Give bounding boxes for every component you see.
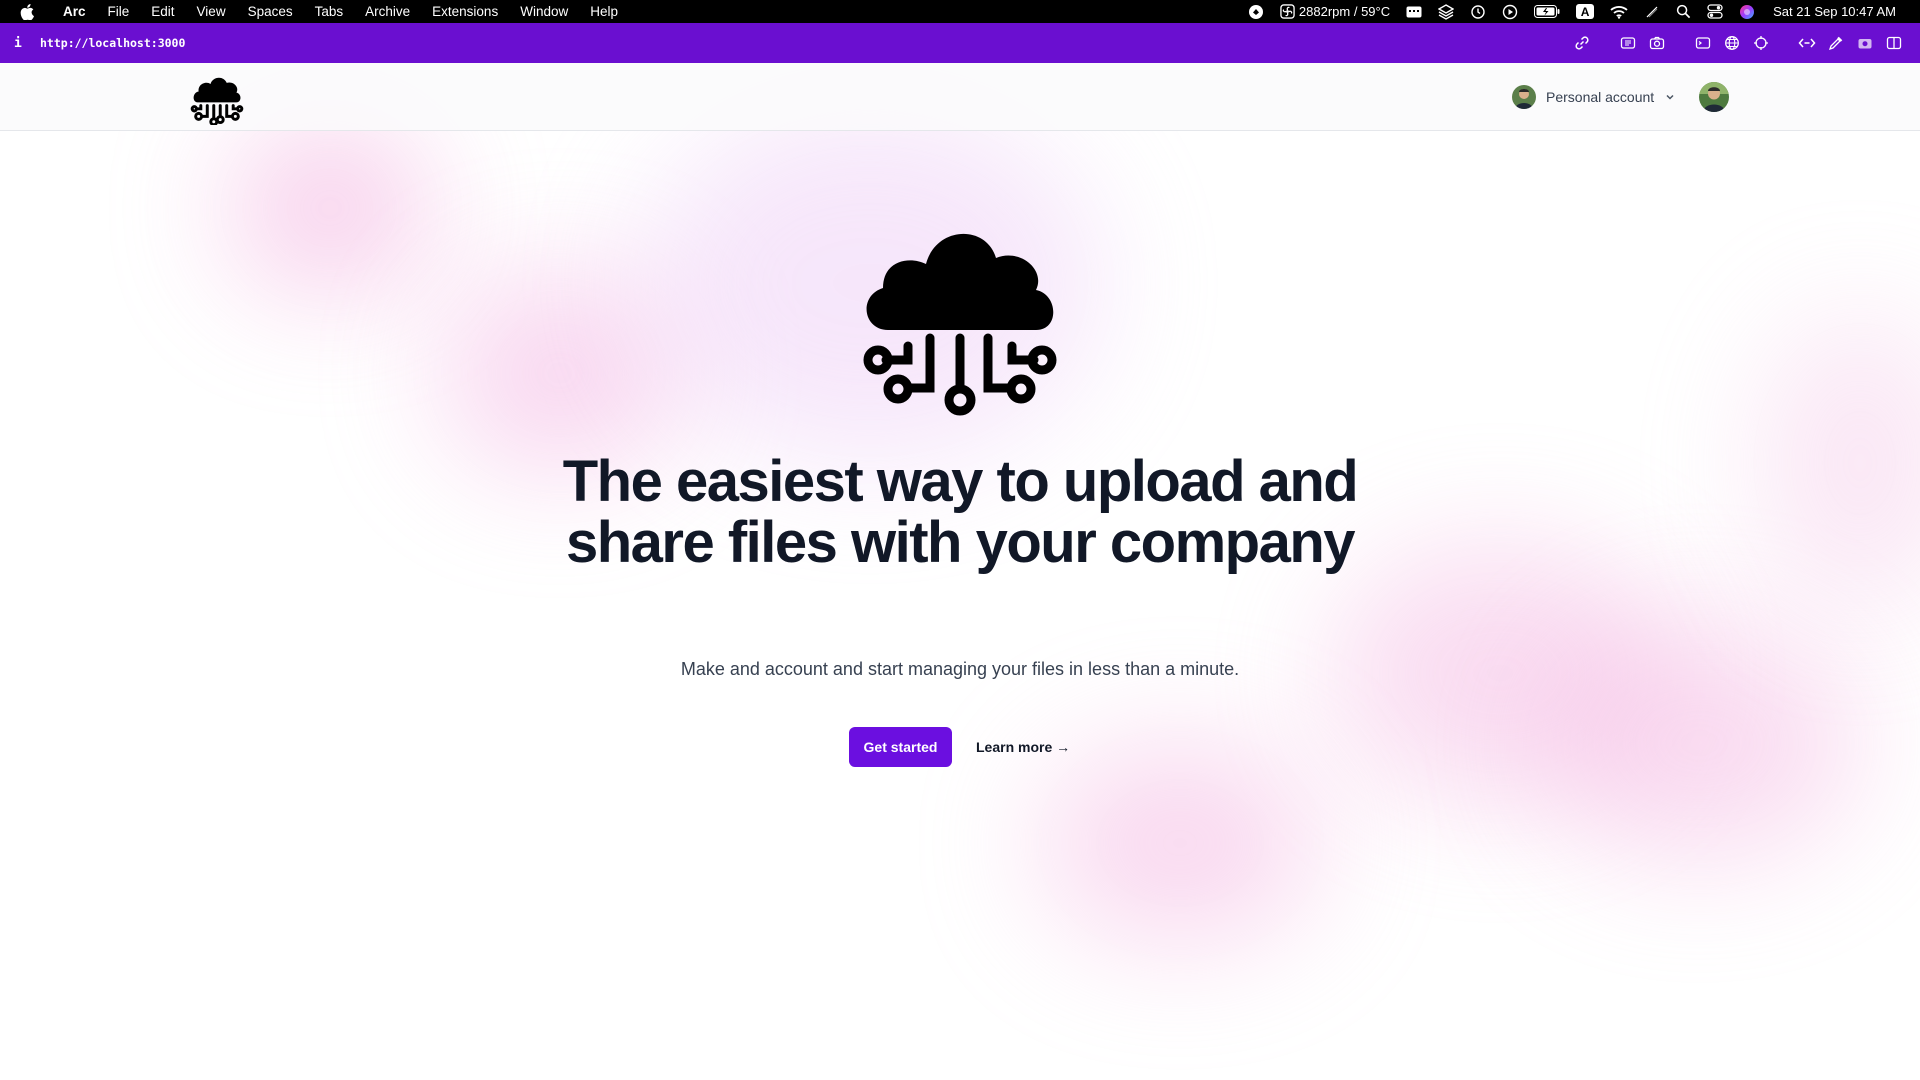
menu-tabs[interactable]: Tabs xyxy=(304,0,355,23)
hero-subheadline: Make and account and start managing your… xyxy=(680,659,1240,679)
sidebar-toggle-icon[interactable] xyxy=(1880,29,1908,57)
web-page: Personal account The easiest way to uplo… xyxy=(0,63,1920,1080)
stack-icon[interactable] xyxy=(1430,0,1462,23)
get-started-button[interactable]: Get started xyxy=(849,727,952,767)
creative-cloud-icon[interactable] xyxy=(1240,0,1272,23)
target-icon[interactable] xyxy=(1747,29,1775,57)
play-icon[interactable] xyxy=(1494,0,1526,23)
background-glow xyxy=(1040,743,1320,943)
eyedropper-icon[interactable] xyxy=(1822,29,1850,57)
user-avatar[interactable] xyxy=(1699,82,1729,112)
code-icon[interactable] xyxy=(1793,29,1821,57)
menu-help[interactable]: Help xyxy=(579,0,629,23)
siri-icon[interactable] xyxy=(1731,0,1763,23)
menu-file[interactable]: File xyxy=(97,0,141,23)
wifi-icon[interactable] xyxy=(1602,0,1636,23)
address-field[interactable]: http://localhost:3000 xyxy=(40,36,185,50)
fan-icon xyxy=(1280,4,1295,19)
keyboard-input-indicator[interactable]: A xyxy=(1568,0,1602,23)
account-switcher[interactable]: Personal account xyxy=(1512,82,1676,112)
chevron-down-icon xyxy=(1664,91,1676,103)
fan-status-text: 2882rpm / 59°C xyxy=(1298,4,1391,19)
background-glow xyxy=(1760,313,1920,613)
copy-link-icon[interactable] xyxy=(1568,29,1596,57)
battery-menu-icon[interactable] xyxy=(1398,0,1430,23)
cloud-circuit-icon xyxy=(858,218,1062,423)
account-avatar xyxy=(1512,85,1536,109)
apple-icon[interactable] xyxy=(16,1,38,23)
screenshot-icon[interactable] xyxy=(1851,29,1879,57)
browser-url-bar: i http://localhost:3000 xyxy=(0,23,1920,63)
cloud-circuit-icon[interactable] xyxy=(190,71,244,127)
time-machine-icon[interactable] xyxy=(1462,0,1494,23)
fan-status[interactable]: 2882rpm / 59°C xyxy=(1272,0,1398,23)
control-center-icon[interactable] xyxy=(1699,0,1731,23)
capture-icon[interactable] xyxy=(1614,29,1642,57)
menu-archive[interactable]: Archive xyxy=(354,0,421,23)
learn-more-link[interactable]: Learn more → xyxy=(976,727,1070,767)
pen-slash-icon[interactable] xyxy=(1636,0,1668,23)
keyboard-input-letter: A xyxy=(1576,4,1595,19)
globe-icon[interactable] xyxy=(1718,29,1746,57)
menu-spaces[interactable]: Spaces xyxy=(237,0,304,23)
macos-menu-bar: Arc File Edit View Spaces Tabs Archive E… xyxy=(0,0,1920,23)
menu-edit[interactable]: Edit xyxy=(140,0,185,23)
site-header: Personal account xyxy=(0,63,1920,131)
account-label: Personal account xyxy=(1546,89,1655,105)
menu-view[interactable]: View xyxy=(186,0,237,23)
site-info-icon[interactable]: i xyxy=(14,36,34,51)
hero-headline: The easiest way to upload and share file… xyxy=(562,449,1359,575)
battery-icon[interactable] xyxy=(1526,0,1568,23)
background-glow xyxy=(1540,623,1860,863)
menu-extensions[interactable]: Extensions xyxy=(421,0,509,23)
menu-window[interactable]: Window xyxy=(509,0,579,23)
menu-app-arc[interactable]: Arc xyxy=(52,0,97,23)
menubar-clock[interactable]: Sat 21 Sep 10:47 AM xyxy=(1763,0,1904,23)
camera-icon[interactable] xyxy=(1643,29,1671,57)
window-icon[interactable] xyxy=(1689,29,1717,57)
background-glow xyxy=(230,123,430,293)
spotlight-search-icon[interactable] xyxy=(1668,0,1699,23)
